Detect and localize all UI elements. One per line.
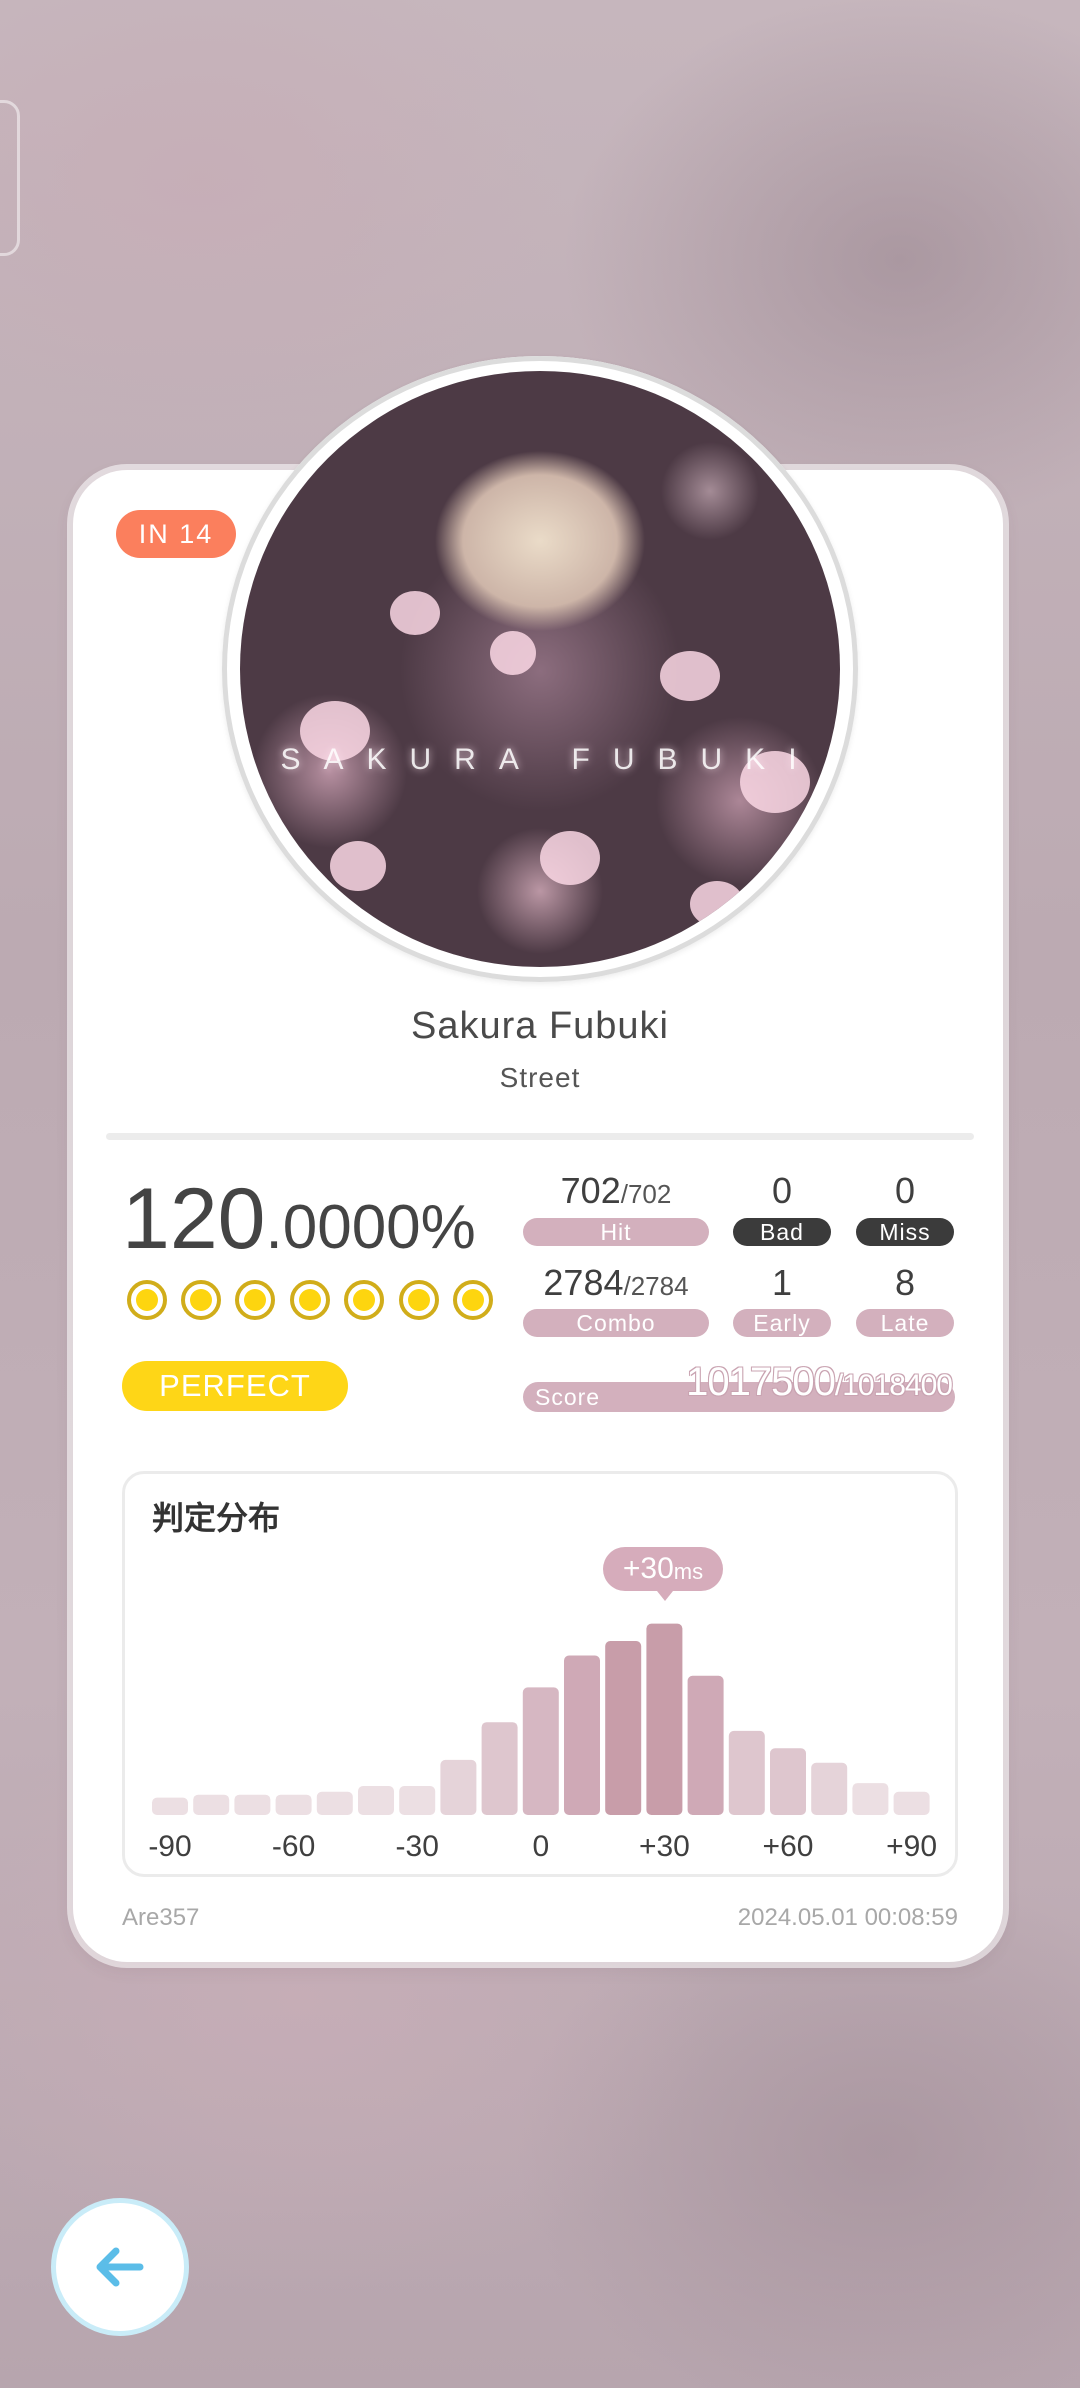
distribution-bar — [605, 1641, 642, 1815]
distribution-bar — [152, 1797, 188, 1815]
distribution-bar — [316, 1791, 353, 1815]
distribution-bar — [564, 1655, 600, 1815]
distribution-bar — [811, 1762, 848, 1815]
peak-unit: ms — [673, 1559, 704, 1584]
peak-value: +30 — [622, 1552, 674, 1585]
play-datetime: 2024.05.01 00:08:59 — [737, 1904, 958, 1931]
distribution-tick-label: -30 — [396, 1830, 439, 1863]
peak-offset-tooltip: +30 ms — [603, 1547, 723, 1601]
distribution-bar — [893, 1791, 930, 1815]
distribution-tick-label: +30 — [639, 1830, 690, 1863]
player-name: Are357 — [122, 1904, 200, 1931]
distribution-bar — [522, 1687, 559, 1815]
distribution-bar — [646, 1623, 683, 1815]
distribution-bar — [358, 1786, 394, 1815]
distribution-tick-label: +60 — [763, 1830, 814, 1863]
distribution-bar — [852, 1783, 889, 1815]
distribution-tick-label: +90 — [886, 1830, 937, 1863]
distribution-bar — [193, 1794, 230, 1815]
distribution-bar — [399, 1786, 436, 1815]
distribution-tick-label: -60 — [272, 1830, 315, 1863]
distribution-bar — [481, 1722, 518, 1815]
distribution-bar — [275, 1794, 312, 1815]
back-button[interactable] — [51, 2198, 189, 2336]
distribution-bar — [770, 1748, 806, 1815]
arrow-left-icon — [96, 2247, 144, 2287]
distribution-tick-label: 0 — [532, 1830, 549, 1863]
distribution-bar — [440, 1759, 477, 1815]
distribution-tick-label: -90 — [148, 1830, 191, 1863]
distribution-bar — [687, 1675, 724, 1815]
distribution-chart: -90 -60 -30 0 +30 +60 +90 — [148, 1623, 937, 1863]
distribution-bar — [728, 1730, 765, 1815]
distribution-bar — [234, 1794, 271, 1815]
